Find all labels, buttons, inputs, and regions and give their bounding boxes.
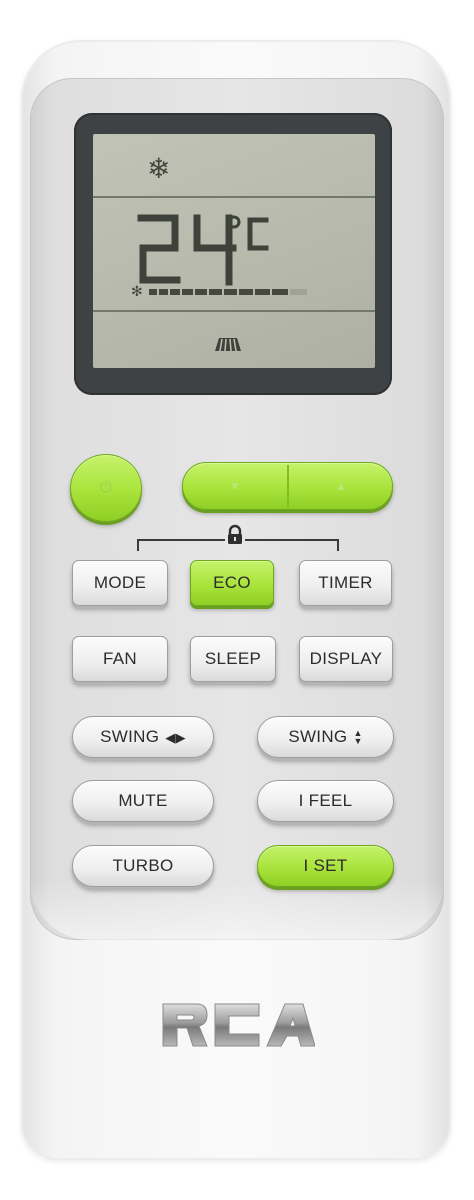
temperature-rocker: ▼ ▲ <box>182 462 393 510</box>
fan-speed-segment <box>149 289 157 295</box>
swing-louver-icon <box>215 338 241 352</box>
chevron-down-icon: ▼ <box>229 479 241 493</box>
fan-speed-segment <box>195 289 207 295</box>
mute-button[interactable]: MUTE <box>72 780 214 822</box>
sleep-button[interactable]: SLEEP <box>190 636 276 682</box>
swing-horizontal-label: SWING <box>100 727 160 746</box>
mode-button[interactable]: MODE <box>72 560 168 606</box>
power-button[interactable]: ⏻ <box>70 454 142 522</box>
swing-vertical-label: SWING <box>288 727 348 746</box>
i-feel-button[interactable]: I FEEL <box>257 780 394 822</box>
fan-speed-segment <box>224 289 237 295</box>
product-photo: ❄ 24 °C ✻ <box>0 0 474 1200</box>
chevron-up-icon: ▲ <box>335 479 347 493</box>
eco-button[interactable]: ECO <box>190 560 274 606</box>
celsius-unit <box>227 215 269 251</box>
timer-button[interactable]: TIMER <box>299 560 392 606</box>
temp-down-button[interactable]: ▼ <box>183 463 287 509</box>
fan-speed-segment <box>239 289 253 295</box>
fan-speed-segment <box>159 289 168 295</box>
fan-speed-segment <box>255 289 270 295</box>
display-button[interactable]: DISPLAY <box>299 636 393 682</box>
lcd-display: ❄ 24 °C ✻ <box>93 134 375 368</box>
fan-speed-icon: ✻ <box>131 283 143 299</box>
fan-speed-segment <box>209 289 222 295</box>
temp-up-button[interactable]: ▲ <box>289 463 393 509</box>
fan-speed-segment <box>272 289 288 295</box>
power-icon: ⏻ <box>99 479 113 496</box>
turbo-button[interactable]: TURBO <box>72 845 214 887</box>
padlock-icon <box>225 524 245 546</box>
lcd-divider-bottom <box>93 310 375 312</box>
lcd-divider-top <box>93 196 375 198</box>
panel-edge-highlight <box>30 880 444 940</box>
fan-button[interactable]: FAN <box>72 636 168 682</box>
fan-speed-segment <box>182 289 193 295</box>
swing-horizontal-button[interactable]: SWING ◀▶ <box>72 716 214 758</box>
fan-speed-segment <box>170 289 180 295</box>
up-down-arrows-icon: ▲ ▼ <box>353 728 363 746</box>
snowflake-icon: ❄ <box>147 153 171 184</box>
swing-vertical-button[interactable]: SWING ▲ ▼ <box>257 716 394 758</box>
rca-logo <box>162 1003 315 1047</box>
i-set-button[interactable]: I SET <box>257 845 394 887</box>
fan-speed-segment <box>290 289 307 295</box>
left-right-arrows-icon: ◀▶ <box>165 729 186 745</box>
